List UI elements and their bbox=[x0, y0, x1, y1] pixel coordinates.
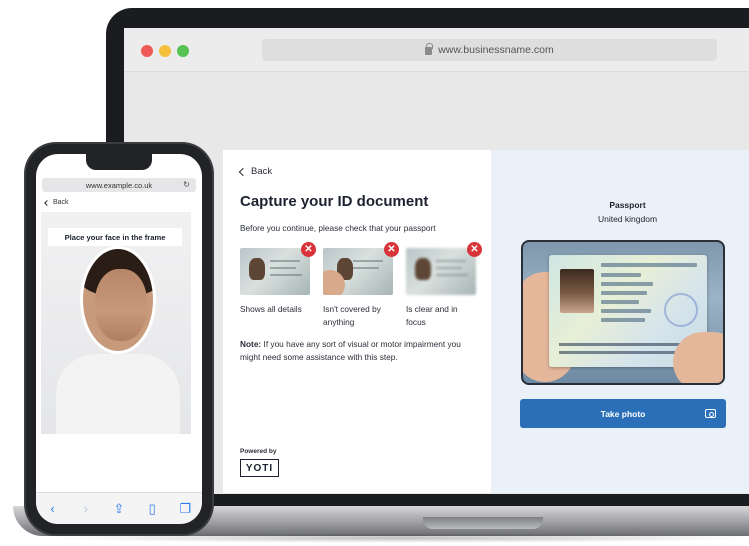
x-icon: ✕ bbox=[301, 242, 316, 257]
back-link[interactable]: Back bbox=[238, 166, 273, 177]
phone-notch bbox=[86, 154, 152, 170]
face bbox=[95, 269, 147, 341]
powered-by-label: Powered by bbox=[240, 448, 277, 455]
laptop-notch bbox=[423, 517, 543, 529]
example-thumbnail-blurry bbox=[406, 248, 476, 295]
page-subtitle: Before you continue, please check that y… bbox=[240, 223, 436, 233]
x-icon: ✕ bbox=[467, 242, 482, 257]
laptop-shadow bbox=[40, 533, 749, 543]
back-label: Back bbox=[251, 166, 273, 177]
phone-back-link[interactable]: Back bbox=[44, 199, 69, 206]
scene: www.businessname.com Back Capture your I… bbox=[0, 0, 749, 546]
note-text: If you have any sort of visual or motor … bbox=[240, 339, 461, 362]
browser-toolbar: www.businessname.com bbox=[124, 28, 749, 72]
face-oval-guide bbox=[80, 246, 156, 354]
laptop-screen: www.businessname.com Back Capture your I… bbox=[124, 28, 749, 494]
check-label: Shows all details bbox=[240, 304, 302, 314]
url-text: www.businessname.com bbox=[438, 44, 554, 56]
camera-icon bbox=[705, 409, 716, 418]
check-label: Isn't covered by anything bbox=[323, 304, 381, 327]
camera-preview bbox=[521, 240, 725, 385]
bookmarks-icon[interactable]: ▯ bbox=[143, 501, 161, 517]
passport-photo bbox=[560, 269, 594, 313]
check-label: Is clear and in focus bbox=[406, 304, 458, 327]
address-bar[interactable]: www.businessname.com bbox=[262, 39, 717, 61]
phone-screen: www.example.co.uk ↻ Back Place your face… bbox=[36, 154, 202, 524]
instructions-panel: Back Capture your ID document Before you… bbox=[223, 150, 491, 493]
take-photo-button[interactable]: Take photo bbox=[520, 399, 726, 428]
lock-icon bbox=[425, 43, 434, 55]
capture-panel: Passport United kingdom Take photo bbox=[491, 150, 749, 493]
example-thumbnail-details bbox=[240, 248, 310, 295]
page-background: Back Capture your ID document Before you… bbox=[124, 72, 749, 494]
tabs-icon[interactable]: ❐ bbox=[176, 501, 194, 517]
phone: www.example.co.uk ↻ Back Place your face… bbox=[26, 144, 212, 534]
phone-back-label: Back bbox=[53, 199, 69, 206]
maximize-window-dot[interactable] bbox=[177, 45, 189, 57]
example-thumbnail-covered bbox=[323, 248, 393, 295]
person-shoulders bbox=[56, 354, 180, 434]
face-instruction: Place your face in the frame bbox=[48, 228, 182, 246]
x-icon: ✕ bbox=[384, 242, 399, 257]
yoti-logo: YOTI bbox=[240, 459, 279, 477]
back-arrow-icon[interactable]: ‹ bbox=[44, 501, 62, 516]
document-country: United kingdom bbox=[597, 214, 658, 224]
page-title: Capture your ID document bbox=[240, 193, 429, 210]
chevron-left-icon bbox=[44, 199, 50, 206]
passport-seal bbox=[664, 293, 698, 327]
phone-address-bar[interactable]: www.example.co.uk ↻ bbox=[42, 178, 196, 192]
forward-arrow-icon[interactable]: › bbox=[77, 501, 95, 516]
phone-url-text: www.example.co.uk bbox=[85, 180, 153, 190]
note-label: Note: bbox=[240, 339, 262, 349]
accessibility-note: Note: If you have any sort of visual or … bbox=[240, 338, 482, 364]
document-type: Passport bbox=[609, 200, 646, 210]
reload-icon[interactable]: ↻ bbox=[183, 180, 190, 189]
share-icon[interactable]: ⇪ bbox=[110, 501, 128, 517]
hand-thumb bbox=[673, 332, 723, 383]
chevron-left-icon bbox=[238, 167, 248, 176]
minimize-window-dot[interactable] bbox=[159, 45, 171, 57]
close-window-dot[interactable] bbox=[141, 45, 153, 57]
take-photo-label: Take photo bbox=[600, 408, 646, 419]
phone-browser-toolbar: ‹ › ⇪ ▯ ❐ bbox=[36, 492, 202, 524]
